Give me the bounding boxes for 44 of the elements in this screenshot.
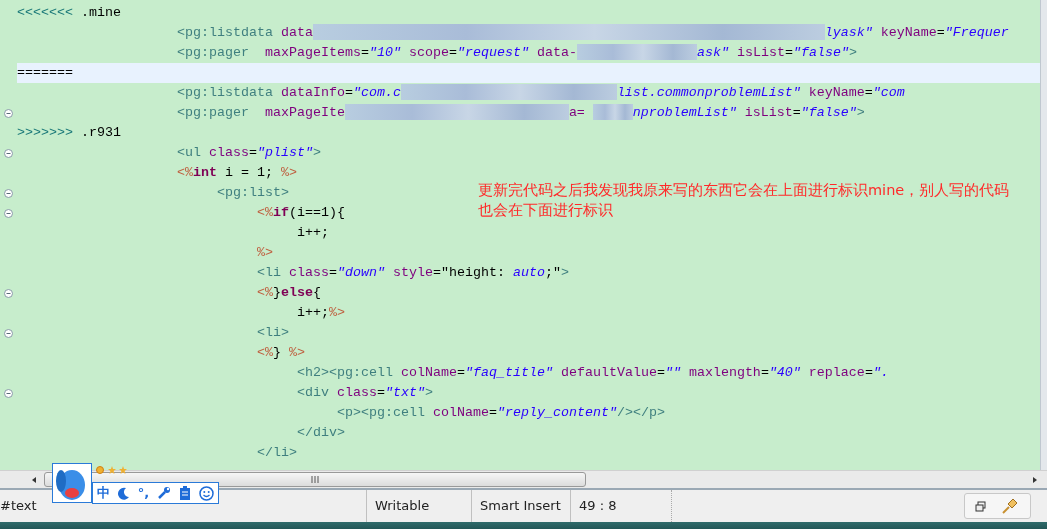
collapse-icon[interactable]: [4, 188, 13, 198]
code-line: i++;: [295, 224, 329, 242]
code-line: <li class="down" style="height: auto;">: [255, 264, 569, 282]
collapse-icon[interactable]: [4, 148, 13, 158]
code-line: >>>>>>> .r931: [17, 124, 121, 142]
moon-icon[interactable]: [117, 486, 130, 500]
code-line: <pg:pager maxPageIte a= nproblemList" isList="false">: [175, 103, 865, 123]
collapse-icon[interactable]: [4, 108, 13, 118]
code-line: <p><pg:cell colName="reply_content"/></p>: [335, 404, 665, 422]
code-line: <pg:pager maxPageItems="10" scope="request" data- ask" isList="false">: [175, 43, 857, 63]
code-line: <%int i = 1; %>: [175, 164, 297, 182]
code-line: <h2><pg:cell colName="faq_title" defaultValue="" maxlength="40" replace=".: [295, 364, 889, 382]
sun-icon: [95, 465, 105, 475]
code-line: </div>: [295, 424, 345, 442]
code-line: <%} %>: [255, 344, 305, 362]
wrench-icon[interactable]: [157, 486, 172, 500]
annotation-text: 更新完代码之后我发现我原来写的东西它会在上面进行标识mine，别人写的代码也会在下面进行标识: [478, 181, 1011, 220]
smiley-icon[interactable]: [199, 485, 214, 501]
code-line: </li>: [255, 444, 297, 462]
scroll-right-icon[interactable]: [1031, 475, 1039, 484]
star-icon: [108, 466, 116, 474]
mascot-icon[interactable]: [52, 463, 92, 503]
collapse-icon[interactable]: [4, 328, 13, 338]
code-line: <<<<<<< .mine: [17, 4, 121, 22]
code-line: %>: [255, 244, 273, 262]
collapse-icon[interactable]: [4, 388, 13, 398]
clipboard-icon[interactable]: [179, 486, 192, 500]
star-icon: [119, 466, 127, 474]
code-line: <%if(i==1){: [255, 204, 345, 222]
code-line: <div class="txt">: [295, 384, 433, 402]
scroll-left-icon[interactable]: [30, 475, 38, 484]
vertical-scrollbar[interactable]: [1040, 0, 1047, 470]
collapse-icon[interactable]: [4, 288, 13, 298]
code-line: <pg:listdata dataInfo="com.c list.commonproblemList" keyName="com: [175, 83, 905, 103]
code-line: <li>: [255, 324, 289, 342]
code-line: <pg:listdata data lyask" keyName="Frequer: [175, 23, 1009, 43]
code-line: <pg:list>: [215, 184, 289, 202]
restore-icon[interactable]: [975, 500, 986, 512]
code-line: <%}else{: [255, 284, 321, 302]
code-line: =======: [17, 64, 73, 82]
code-line: i++;%>: [295, 304, 345, 322]
code-line: <ul class="plist">: [175, 144, 321, 162]
pin-icon[interactable]: [1000, 496, 1020, 516]
collapse-icon[interactable]: [4, 208, 13, 218]
